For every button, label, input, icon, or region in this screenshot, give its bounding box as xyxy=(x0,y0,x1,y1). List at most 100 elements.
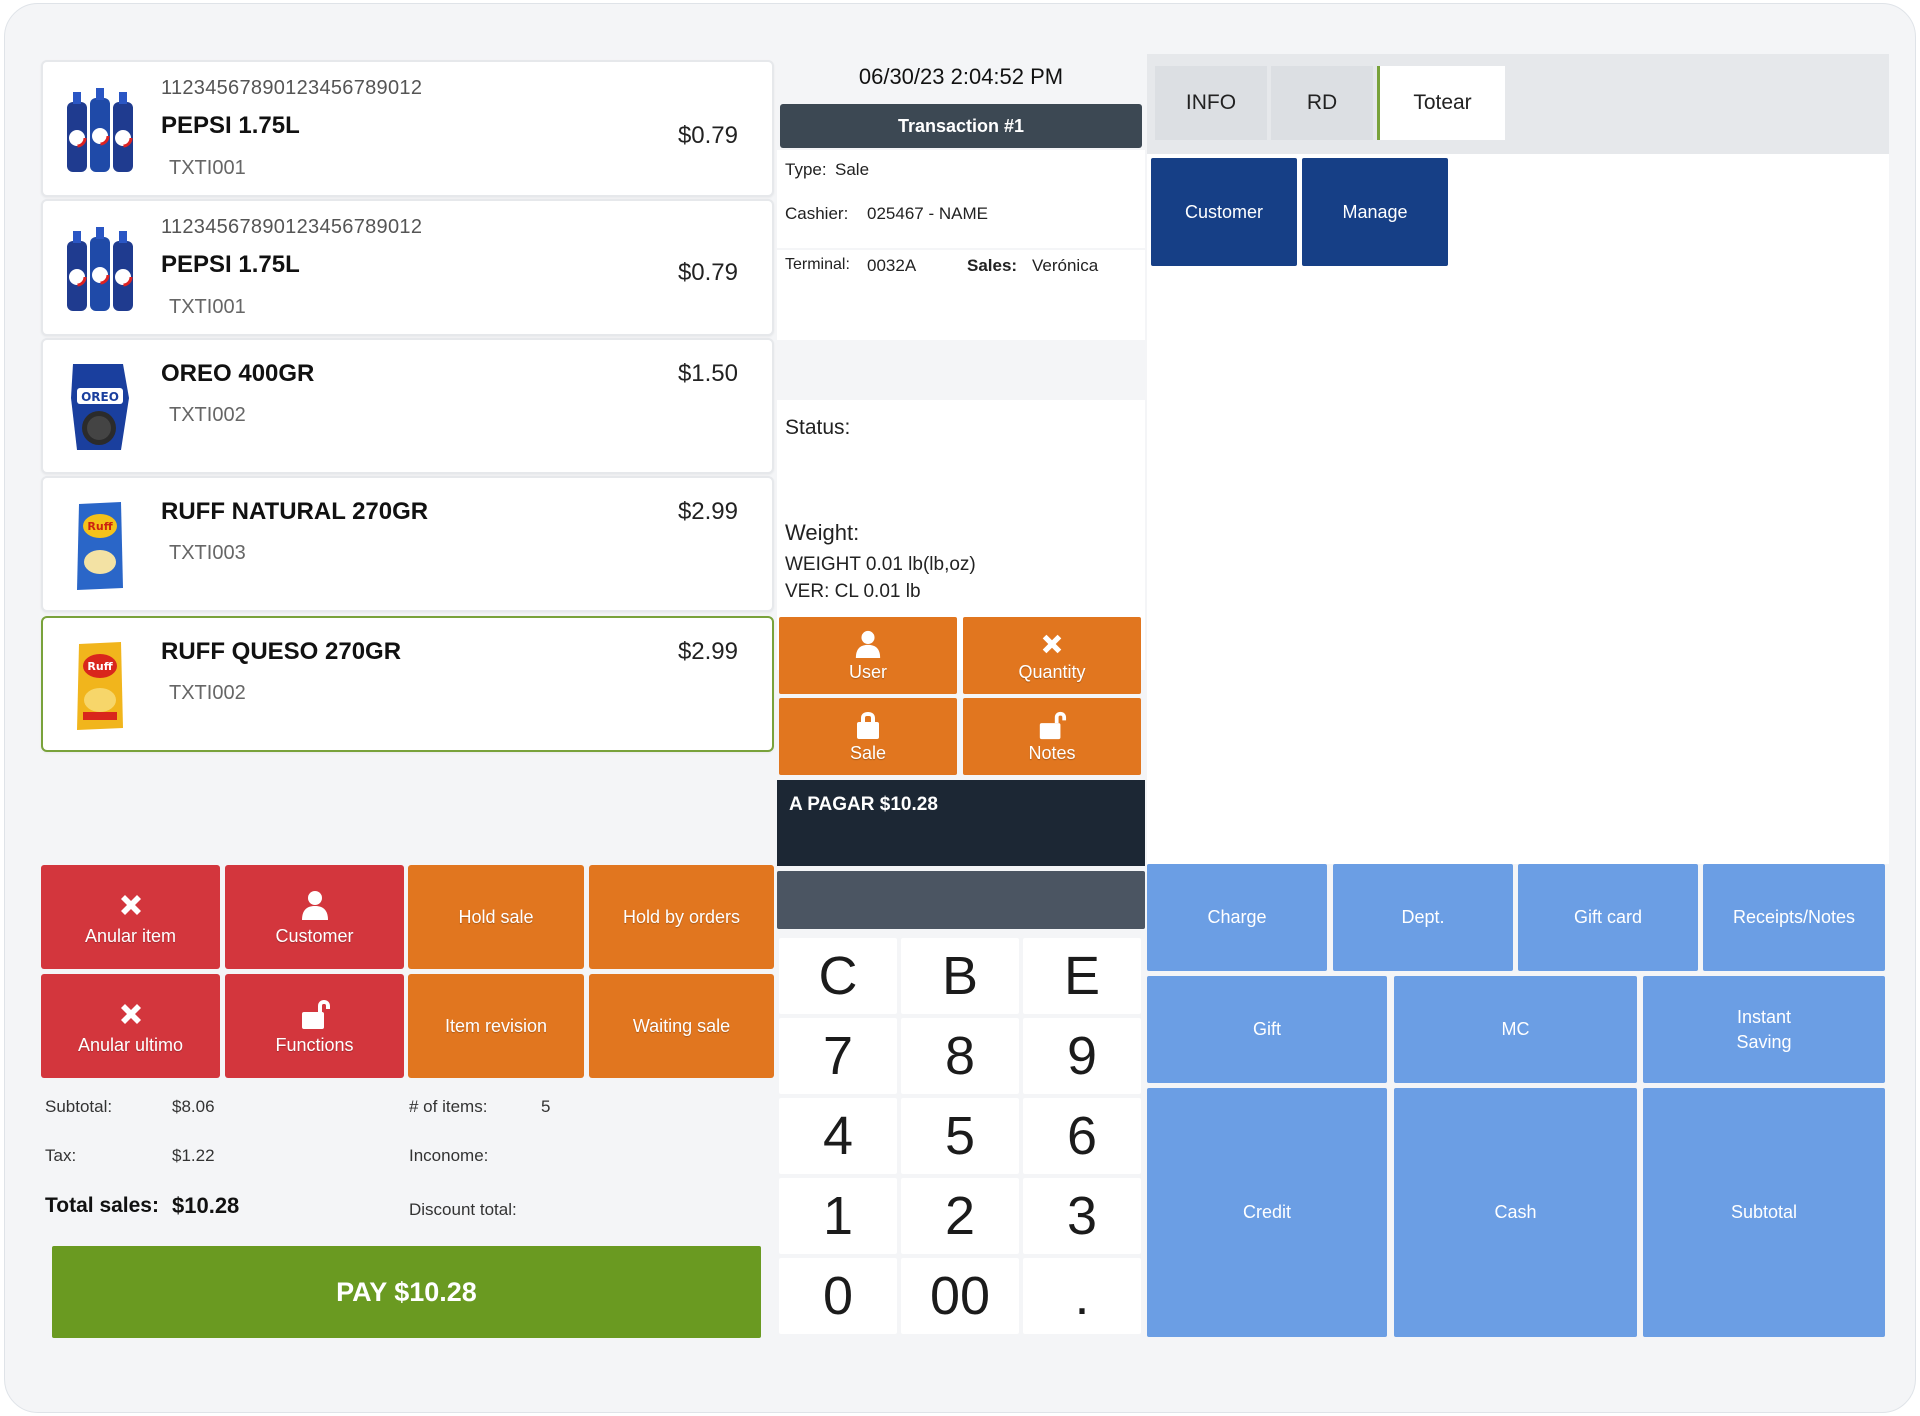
inconome-label: Inconome: xyxy=(409,1146,489,1165)
key-0[interactable]: 0 xyxy=(779,1258,897,1334)
pepsi-image xyxy=(67,227,133,311)
pepsi-image xyxy=(67,88,133,172)
discount-total-label: Discount total: xyxy=(409,1200,517,1219)
cart-item[interactable]: OREO OREO 400GR TXTI002 $1.50 xyxy=(41,338,774,474)
key-6[interactable]: 6 xyxy=(1023,1098,1141,1174)
tab-info[interactable]: INFO xyxy=(1155,66,1267,140)
hold-sale-button[interactable]: Hold sale xyxy=(408,865,584,969)
amount-due-display: A PAGAR $10.28 xyxy=(777,780,1145,866)
items-count-label: # of items: xyxy=(409,1097,488,1116)
user-label: User xyxy=(848,662,887,682)
keypad-input-display[interactable] xyxy=(777,871,1145,929)
tab-totear[interactable]: Totear xyxy=(1377,66,1505,140)
item-name: PEPSI 1.75L xyxy=(161,251,300,278)
key-9[interactable]: 9 xyxy=(1023,1018,1141,1094)
gift-card-button[interactable]: Gift card xyxy=(1518,864,1698,971)
key-decimal[interactable]: . xyxy=(1023,1258,1141,1334)
type-value: Sale xyxy=(835,160,870,179)
cart-item[interactable]: Ruff RUFF NATURAL 270GR TXTI003 $2.99 xyxy=(41,476,774,612)
manage-button[interactable]: Manage xyxy=(1302,158,1448,266)
cashier-value: 025467 - NAME xyxy=(867,204,988,223)
sales-label: Sales: xyxy=(967,256,1018,275)
mc-button[interactable]: MC xyxy=(1394,976,1637,1083)
waiting-sale-button[interactable]: Waiting sale xyxy=(589,974,774,1078)
receipts-notes-button[interactable]: Receipts/Notes xyxy=(1703,864,1885,971)
customer-panel-button[interactable]: Customer xyxy=(1151,158,1297,266)
key-enter[interactable]: E xyxy=(1023,938,1141,1014)
cash-button[interactable]: Cash xyxy=(1394,1088,1637,1337)
unlock-icon xyxy=(1037,709,1067,741)
credit-button[interactable]: Credit xyxy=(1147,1088,1387,1337)
item-code: TXTI002 xyxy=(169,404,246,426)
type-label: Type: xyxy=(785,160,827,179)
item-price: $2.99 xyxy=(677,638,738,665)
key-1[interactable]: 1 xyxy=(779,1178,897,1254)
items-count-value: 5 xyxy=(541,1097,551,1116)
item-code: TXTI003 xyxy=(169,542,246,564)
item-name: PEPSI 1.75L xyxy=(161,112,300,139)
key-3[interactable]: 3 xyxy=(1023,1178,1141,1254)
key-4[interactable]: 4 xyxy=(779,1098,897,1174)
close-icon xyxy=(117,997,145,1031)
cart-item[interactable]: 11234567890123456789012 PEPSI 1.75L TXTI… xyxy=(41,60,774,197)
dept-button[interactable]: Dept. xyxy=(1333,864,1513,971)
item-code: TXTI001 xyxy=(169,296,246,318)
cart-item-selected[interactable]: Ruff RUFF QUESO 270GR TXTI002 $2.99 xyxy=(41,616,774,752)
hold-by-orders-button[interactable]: Hold by orders xyxy=(589,865,774,969)
ruff-queso-image: Ruff xyxy=(77,642,123,730)
functions-button[interactable]: Functions xyxy=(225,974,404,1078)
anular-ultimo-button[interactable]: Anular ultimo xyxy=(41,974,220,1078)
key-clear[interactable]: C xyxy=(779,938,897,1014)
weight-label: Weight: xyxy=(785,520,860,545)
key-back[interactable]: B xyxy=(901,938,1019,1014)
notes-button[interactable]: Notes xyxy=(963,698,1141,775)
quantity-label: Quantity xyxy=(1018,662,1086,682)
sale-button[interactable]: Sale xyxy=(779,698,957,775)
close-icon xyxy=(117,888,145,922)
item-revision-label: Item revision xyxy=(444,1015,548,1036)
anular-item-label: Anular item xyxy=(84,925,177,946)
key-5[interactable]: 5 xyxy=(901,1098,1019,1174)
tax-value: $1.22 xyxy=(172,1146,215,1165)
close-icon xyxy=(1039,628,1065,660)
customer-label: Customer xyxy=(275,925,354,946)
instant-saving-button[interactable]: Instant Saving xyxy=(1643,976,1885,1083)
key-7[interactable]: 7 xyxy=(779,1018,897,1094)
item-price: $0.79 xyxy=(677,259,738,286)
key-8[interactable]: 8 xyxy=(901,1018,1019,1094)
item-price: $2.99 xyxy=(677,498,738,525)
cart-item[interactable]: 11234567890123456789012 PEPSI 1.75L TXTI… xyxy=(41,199,774,336)
transaction-title: Transaction #1 xyxy=(780,104,1142,148)
sale-label: Sale xyxy=(849,743,887,763)
tax-label: Tax: xyxy=(45,1146,77,1165)
transaction-details: Type: Sale Cashier: 025467 - NAME Termin… xyxy=(777,150,1145,340)
tab-rd[interactable]: RD xyxy=(1271,66,1373,140)
item-name: RUFF NATURAL 270GR xyxy=(161,498,429,525)
charge-button[interactable]: Charge xyxy=(1147,864,1327,971)
item-revision-button[interactable]: Item revision xyxy=(408,974,584,1078)
subtotal-button[interactable]: Subtotal xyxy=(1643,1088,1885,1337)
status-label: Status: xyxy=(785,416,851,439)
transaction-datetime: 06/30/23 2:04:52 PM xyxy=(858,64,1064,89)
total-sales-label: Total sales: xyxy=(45,1194,159,1217)
ruff-natural-image: Ruff xyxy=(77,502,123,590)
subtotal-value: $8.06 xyxy=(172,1097,215,1116)
anular-item-button[interactable]: Anular item xyxy=(41,865,220,969)
item-name: OREO 400GR xyxy=(161,360,315,387)
pay-button[interactable]: PAY $10.28 xyxy=(52,1246,761,1338)
quantity-button[interactable]: Quantity xyxy=(963,617,1141,694)
svg-text:Ruff: Ruff xyxy=(87,660,112,673)
key-00[interactable]: 00 xyxy=(901,1258,1019,1334)
user-button[interactable]: User xyxy=(779,617,957,694)
functions-label: Functions xyxy=(275,1034,354,1055)
sales-value: Verónica xyxy=(1032,256,1099,275)
svg-text:OREO: OREO xyxy=(81,390,119,404)
user-icon xyxy=(854,628,882,660)
instant-saving-label-line1: Instant xyxy=(1736,1006,1792,1027)
gift-button[interactable]: Gift xyxy=(1147,976,1387,1083)
item-barcode: 11234567890123456789012 xyxy=(161,77,423,99)
terminal-value: 0032A xyxy=(867,256,917,275)
customer-button[interactable]: Customer xyxy=(225,865,404,969)
notes-label: Notes xyxy=(1028,743,1076,763)
key-2[interactable]: 2 xyxy=(901,1178,1019,1254)
